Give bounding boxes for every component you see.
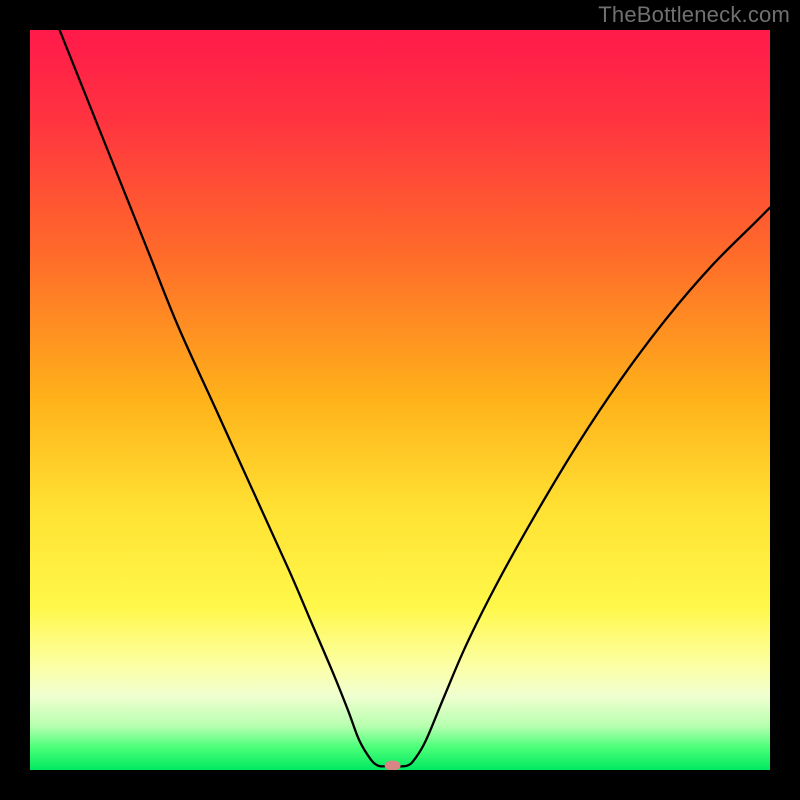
chart-frame: TheBottleneck.com (0, 0, 800, 800)
watermark-text: TheBottleneck.com (598, 2, 790, 28)
plot-area (30, 30, 770, 770)
gradient-background (30, 30, 770, 770)
bottleneck-chart (30, 30, 770, 770)
